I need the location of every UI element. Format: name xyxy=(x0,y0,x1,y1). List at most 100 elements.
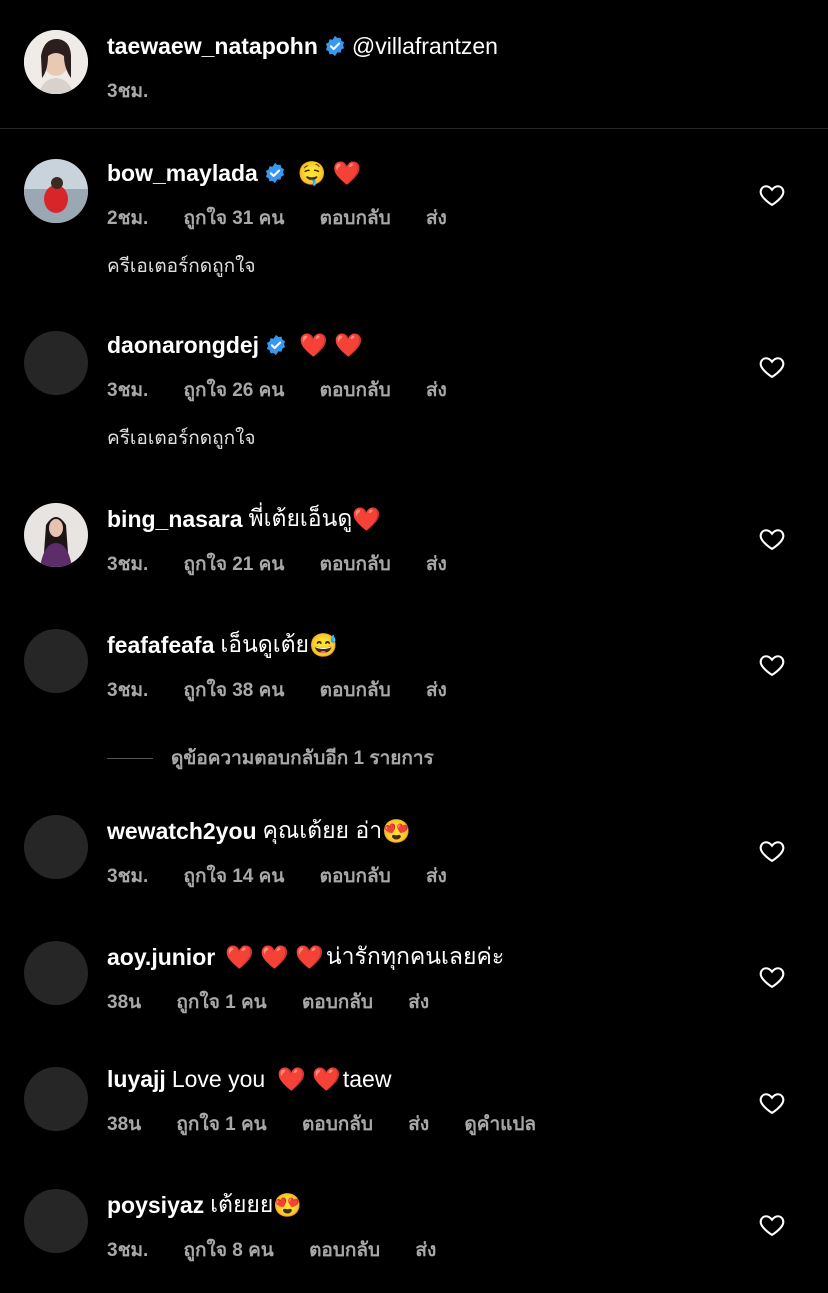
comment-line: feafafeafa เอ็นดูเต้ย 😅 xyxy=(107,630,338,660)
comment-time: 3ชม. xyxy=(107,554,149,575)
heart-outline-icon[interactable] xyxy=(758,1089,786,1117)
comment-text: เต้ยยย xyxy=(210,1191,274,1217)
comment-time: 38น xyxy=(107,992,142,1013)
comment-text: Love you xyxy=(171,1065,266,1092)
profile-photo xyxy=(24,503,88,567)
comment-emoji: ❤️ ❤️ xyxy=(299,331,363,358)
heart-outline-icon[interactable] xyxy=(758,353,786,381)
send-button[interactable]: ส่ง xyxy=(426,554,447,575)
avatar[interactable] xyxy=(24,941,88,1005)
comment-line: bow_maylada 🤤 ❤️ xyxy=(107,158,362,188)
comment-emoji: 😍 xyxy=(382,817,411,844)
comment-username[interactable]: bing_nasara xyxy=(107,506,243,533)
comment-likes[interactable]: ถูกใจ 26 คน xyxy=(184,380,285,401)
reply-button[interactable]: ตอบกลับ xyxy=(302,1114,373,1135)
view-replies-button[interactable]: ดูข้อความตอบกลับอีก 1 รายการ xyxy=(107,743,434,773)
reply-button[interactable]: ตอบกลับ xyxy=(309,1240,380,1261)
avatar[interactable] xyxy=(24,815,88,879)
post-caption: taewaew_natapohn @villafrantzen 3ชม. xyxy=(0,0,828,129)
avatar[interactable] xyxy=(24,159,88,223)
avatar[interactable] xyxy=(24,1067,88,1131)
comment-username[interactable]: bow_maylada xyxy=(107,160,258,187)
comment-text: เอ็นดูเต้ย xyxy=(220,631,309,657)
comment-meta: 3ชม. ถูกใจ 21 คน ตอบกลับ ส่ง xyxy=(107,549,477,575)
comment-likes[interactable]: ถูกใจ 1 คน xyxy=(176,1114,266,1135)
reply-button[interactable]: ตอบกลับ xyxy=(320,680,391,701)
comment-meta: 3ชม. ถูกใจ 14 คน ตอบกลับ ส่ง xyxy=(107,861,477,887)
comment-emoji: 😅 xyxy=(309,631,338,658)
comment-text: น่ารักทุกคนเลยค่ะ xyxy=(325,943,505,969)
send-button[interactable]: ส่ง xyxy=(426,680,447,701)
reply-button[interactable]: ตอบกลับ xyxy=(320,380,391,401)
avatar[interactable] xyxy=(24,331,88,395)
reply-button[interactable]: ตอบกลับ xyxy=(302,992,373,1013)
comment-likes[interactable]: ถูกใจ 14 คน xyxy=(184,866,285,887)
heart-outline-icon[interactable] xyxy=(758,651,786,679)
send-button[interactable]: ส่ง xyxy=(426,380,447,401)
caption-time: 3ชม. xyxy=(107,76,178,102)
divider xyxy=(107,757,153,759)
comment-emoji: ❤️ ❤️ ❤️ xyxy=(225,943,324,970)
comment-text: คุณเต้ยย อ่า xyxy=(262,817,383,843)
comment-time: 38น xyxy=(107,1114,142,1135)
comment-username[interactable]: daonarongdej xyxy=(107,332,259,359)
heart-outline-icon[interactable] xyxy=(758,525,786,553)
comment-line: poysiyaz เต้ยยย 😍 xyxy=(107,1190,302,1220)
comment-likes[interactable]: ถูกใจ 31 คน xyxy=(184,208,285,229)
translate-button[interactable]: ดูคำแปล xyxy=(464,1114,536,1135)
comment-time: 2ชม. xyxy=(107,208,149,229)
comment-meta: 38น ถูกใจ 1 คน ตอบกลับ ส่ง xyxy=(107,987,459,1013)
comment-text-suffix: taew xyxy=(342,1065,392,1092)
verified-badge-icon xyxy=(266,334,286,356)
reply-button[interactable]: ตอบกลับ xyxy=(320,208,391,229)
profile-photo xyxy=(24,30,88,94)
comment-username[interactable]: feafafeafa xyxy=(107,632,214,659)
comment-meta: 3ชม. ถูกใจ 38 คน ตอบกลับ ส่ง xyxy=(107,675,477,701)
comment-line: wewatch2you คุณเต้ยย อ่า 😍 xyxy=(107,816,411,846)
comment-time: 3ชม. xyxy=(107,380,149,401)
send-button[interactable]: ส่ง xyxy=(415,1240,436,1261)
creator-liked-label: ครีเอเตอร์กดถูกใจ xyxy=(107,428,256,449)
comment-meta: 3ชม. ถูกใจ 8 คน ตอบกลับ ส่ง xyxy=(107,1235,466,1261)
caption-username[interactable]: taewaew_natapohn xyxy=(107,33,318,60)
comment-likes[interactable]: ถูกใจ 38 คน xyxy=(184,680,285,701)
comment-username[interactable]: poysiyaz xyxy=(107,1192,204,1219)
comment-line: daonarongdej ❤️ ❤️ xyxy=(107,330,363,360)
comment-line: bing_nasara พี่เต้ยเอ็นดู ❤️ xyxy=(107,504,381,534)
heart-outline-icon[interactable] xyxy=(758,963,786,991)
avatar[interactable] xyxy=(24,30,88,94)
send-button[interactable]: ส่ง xyxy=(426,208,447,229)
avatar[interactable] xyxy=(24,629,88,693)
comment-username[interactable]: aoy.junior xyxy=(107,944,215,971)
creator-liked-label: ครีเอเตอร์กดถูกใจ xyxy=(107,256,256,277)
comment-username[interactable]: luyajj xyxy=(107,1066,166,1093)
comment-time: 3ชม. xyxy=(107,1240,149,1261)
comment-likes[interactable]: ถูกใจ 21 คน xyxy=(184,554,285,575)
send-button[interactable]: ส่ง xyxy=(426,866,447,887)
comment-meta: 3ชม. ถูกใจ 26 คน ตอบกลับ ส่ง xyxy=(107,375,477,401)
comment-time: 3ชม. xyxy=(107,866,149,887)
comment-emoji: ❤️ ❤️ xyxy=(277,1065,341,1092)
verified-badge-icon xyxy=(265,162,284,184)
comment-likes[interactable]: ถูกใจ 8 คน xyxy=(184,1240,274,1261)
comment-meta: 2ชม. ถูกใจ 31 คน ตอบกลับ ส่ง xyxy=(107,203,477,229)
reply-button[interactable]: ตอบกลับ xyxy=(320,866,391,887)
comment-text: พี่เต้ยเอ็นดู xyxy=(248,505,353,531)
send-button[interactable]: ส่ง xyxy=(408,992,429,1013)
comment-username[interactable]: wewatch2you xyxy=(107,818,257,845)
avatar[interactable] xyxy=(24,503,88,567)
comment-time: 3ชม. xyxy=(107,680,149,701)
heart-outline-icon[interactable] xyxy=(758,837,786,865)
profile-photo xyxy=(24,159,88,223)
comment-likes[interactable]: ถูกใจ 1 คน xyxy=(176,992,266,1013)
heart-outline-icon[interactable] xyxy=(758,1211,786,1239)
reply-button[interactable]: ตอบกลับ xyxy=(320,554,391,575)
comment-emoji: 😍 xyxy=(273,1191,303,1218)
caption-mention[interactable]: @villafrantzen xyxy=(352,33,498,60)
view-replies-label: ดูข้อความตอบกลับอีก 1 รายการ xyxy=(171,748,434,769)
send-button[interactable]: ส่ง xyxy=(408,1114,429,1135)
heart-outline-icon[interactable] xyxy=(758,181,786,209)
comment-emoji: 🤤 ❤️ xyxy=(297,159,362,186)
comment-emoji: ❤️ xyxy=(352,505,381,532)
avatar[interactable] xyxy=(24,1189,88,1253)
